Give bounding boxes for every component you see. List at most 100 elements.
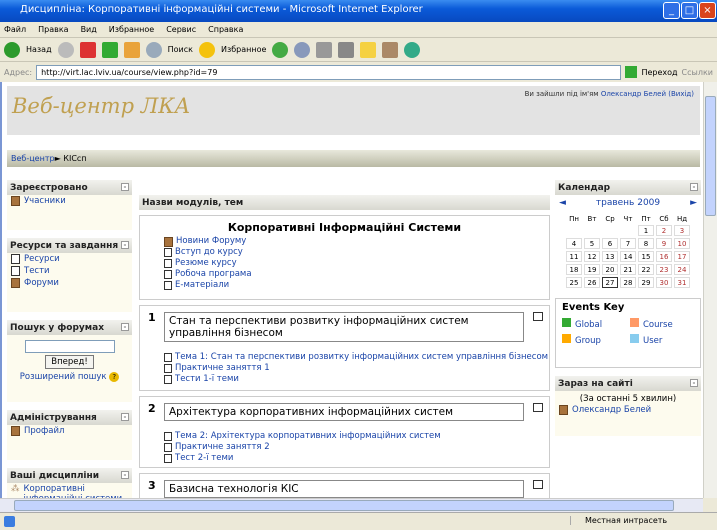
event-key-label[interactable]: Group <box>575 336 601 346</box>
calendar-day[interactable]: 14 <box>620 251 636 262</box>
highlight-checkbox[interactable] <box>533 403 543 412</box>
participants-link[interactable]: Учасники <box>24 196 66 206</box>
scrollbar-thumb[interactable] <box>705 96 716 216</box>
minimize-button[interactable]: _ <box>663 2 680 19</box>
breadcrumb-home[interactable]: Веб-центр <box>11 154 55 163</box>
calendar-day[interactable]: 10 <box>674 238 690 249</box>
forums-link[interactable]: Форуми <box>24 278 59 288</box>
calendar-day[interactable]: 3 <box>674 225 690 236</box>
event-key-user[interactable]: User <box>630 334 694 346</box>
calendar-day[interactable]: 16 <box>656 251 672 262</box>
calendar-day[interactable]: 18 <box>566 264 582 275</box>
scrollbar-thumb[interactable] <box>14 500 674 511</box>
favorites-button[interactable]: Избранное <box>221 45 266 54</box>
menu-tools[interactable]: Сервис <box>166 25 196 34</box>
calendar-day[interactable]: 5 <box>584 238 600 249</box>
collapse-icon[interactable]: - <box>121 183 129 191</box>
calendar-day[interactable]: 11 <box>566 251 582 262</box>
calendar-day[interactable]: 8 <box>638 238 654 249</box>
calendar-day[interactable]: 19 <box>584 264 600 275</box>
highlight-checkbox[interactable] <box>533 312 543 321</box>
home-icon[interactable] <box>123 41 140 58</box>
favorites-icon[interactable] <box>198 41 215 58</box>
activity-link[interactable]: Резюме курсу <box>175 258 237 269</box>
highlight-checkbox[interactable] <box>533 480 543 489</box>
calendar-day[interactable]: 27 <box>602 277 618 288</box>
calendar-day[interactable]: 9 <box>656 238 672 249</box>
mail-icon[interactable] <box>294 41 311 58</box>
menu-file[interactable]: Файл <box>4 25 26 34</box>
stop-icon[interactable] <box>79 41 96 58</box>
go-icon[interactable] <box>625 66 638 78</box>
calendar-day[interactable]: 28 <box>620 277 636 288</box>
calendar-day[interactable]: 20 <box>602 264 618 275</box>
print-icon[interactable] <box>316 41 333 58</box>
menu-help[interactable]: Справка <box>208 25 243 34</box>
calendar-day[interactable]: 2 <box>656 225 672 236</box>
prev-month-icon[interactable]: ◄ <box>559 198 566 208</box>
activity-link[interactable]: Тести 1-ї теми <box>175 374 239 385</box>
notes-icon[interactable] <box>360 41 377 58</box>
links-label[interactable]: Ссылки <box>682 68 713 77</box>
activity-link[interactable]: Тест 2-ї теми <box>175 453 233 464</box>
event-key-label[interactable]: Course <box>643 320 673 330</box>
calendar-day[interactable]: 31 <box>674 277 690 288</box>
go-button[interactable]: Переход <box>641 68 677 77</box>
horizontal-scrollbar[interactable] <box>0 498 703 512</box>
calendar-day[interactable]: 15 <box>638 251 654 262</box>
advanced-search-link[interactable]: Розширений пошук <box>20 372 107 382</box>
calendar-day[interactable]: 4 <box>566 238 582 249</box>
calendar-day[interactable]: 1 <box>638 225 654 236</box>
calendar-day[interactable]: 23 <box>656 264 672 275</box>
search-go-button[interactable]: Вперед! <box>45 355 94 369</box>
event-key-label[interactable]: User <box>643 336 662 346</box>
back-icon[interactable] <box>4 41 20 58</box>
calendar-day[interactable]: 30 <box>656 277 672 288</box>
collapse-icon[interactable]: - <box>690 183 698 191</box>
course-link[interactable]: Корпоративні інформаційні системи <box>24 484 129 498</box>
menu-favorites[interactable]: Избранное <box>109 25 154 34</box>
event-key-group[interactable]: Group <box>562 334 626 346</box>
edit-icon[interactable] <box>338 41 355 58</box>
vertical-scrollbar[interactable] <box>703 82 717 498</box>
calendar-day[interactable]: 21 <box>620 264 636 275</box>
activity-link[interactable]: Вступ до курсу <box>175 247 243 258</box>
online-user-link[interactable]: Олександр Белей <box>572 405 651 415</box>
event-key-course[interactable]: Course <box>630 318 694 330</box>
next-month-icon[interactable]: ► <box>690 198 697 208</box>
activity-link[interactable]: Е-матеріали <box>175 280 229 291</box>
research-icon[interactable] <box>382 41 399 58</box>
quizzes-link[interactable]: Тести <box>24 266 50 276</box>
calendar-day[interactable]: 29 <box>638 277 654 288</box>
history-icon[interactable] <box>272 41 289 58</box>
activity-link[interactable]: Практичне заняття 2 <box>175 442 270 453</box>
refresh-icon[interactable] <box>101 41 118 58</box>
event-key-global[interactable]: Global <box>562 318 626 330</box>
calendar-day[interactable]: 13 <box>602 251 618 262</box>
maximize-button[interactable]: □ <box>681 2 698 19</box>
collapse-icon[interactable]: - <box>121 323 129 331</box>
forum-search-input[interactable] <box>24 340 115 353</box>
calendar-day[interactable]: 22 <box>638 264 654 275</box>
search-icon[interactable] <box>145 41 162 58</box>
collapse-icon[interactable]: - <box>121 241 129 249</box>
address-input[interactable]: http://virt.lac.lviv.ua/course/view.php?… <box>36 64 622 80</box>
calendar-day[interactable]: 12 <box>584 251 600 262</box>
menu-edit[interactable]: Правка <box>38 25 68 34</box>
profile-link[interactable]: Профайл <box>24 426 64 436</box>
activity-link[interactable]: Новини Форуму <box>176 236 246 247</box>
activity-link[interactable]: Тема 2: Архітектура корпоративних інформ… <box>175 431 441 442</box>
collapse-icon[interactable]: - <box>121 471 129 479</box>
search-button[interactable]: Поиск <box>168 45 193 54</box>
event-key-label[interactable]: Global <box>575 320 602 330</box>
user-link[interactable]: Олександр Белей <box>601 90 666 98</box>
close-button[interactable]: × <box>699 2 716 19</box>
calendar-day[interactable]: 24 <box>674 264 690 275</box>
calendar-day[interactable]: 6 <box>602 238 618 249</box>
activity-link[interactable]: Тема 1: Стан та перспективи розвитку інф… <box>175 352 548 363</box>
messenger-icon[interactable] <box>404 41 421 58</box>
forward-icon[interactable] <box>57 41 74 58</box>
collapse-icon[interactable]: - <box>121 413 129 421</box>
collapse-icon[interactable]: - <box>690 379 698 387</box>
calendar-day[interactable]: 17 <box>674 251 690 262</box>
